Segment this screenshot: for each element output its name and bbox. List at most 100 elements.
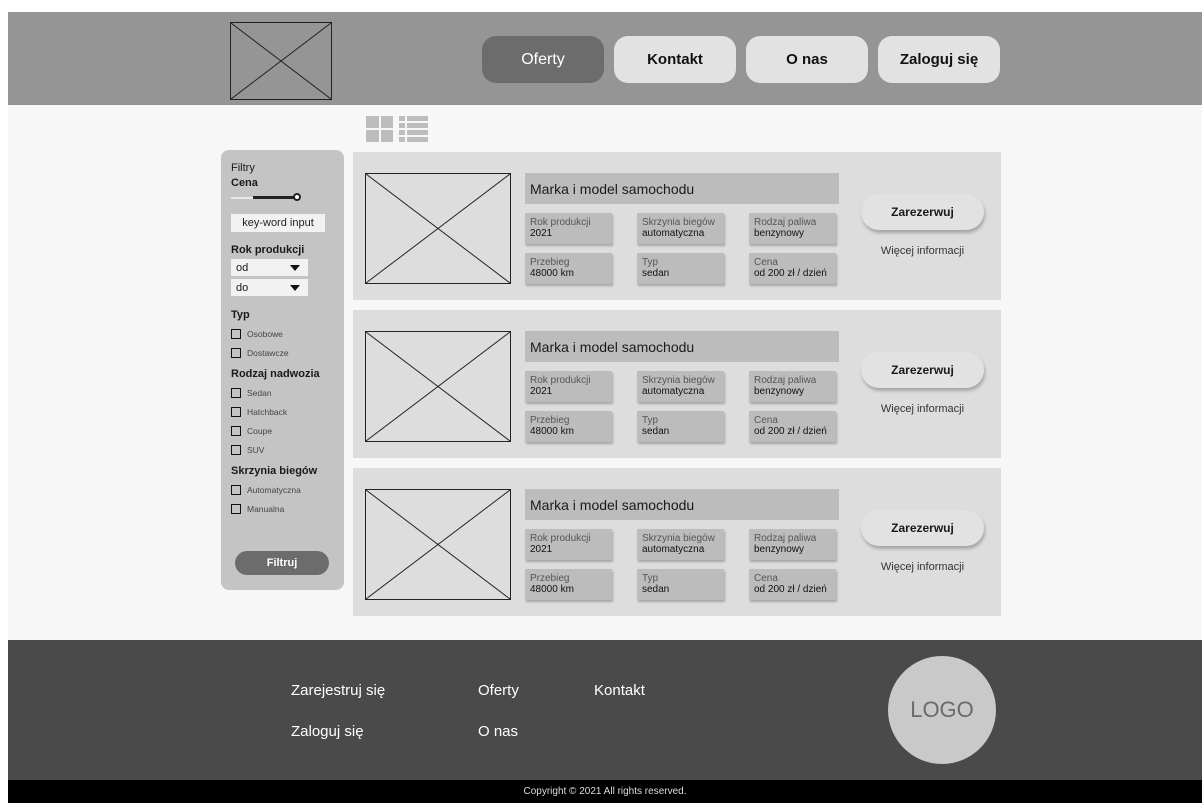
filters-sidebar: Filtry Cena Rok produkcji od do Typ Osob… bbox=[221, 150, 344, 590]
spec-label: Cena bbox=[754, 573, 778, 584]
more-info-link[interactable]: Więcej informacji bbox=[861, 561, 984, 573]
spec-value: od 200 zł / dzień bbox=[754, 426, 827, 437]
gearbox-heading: Skrzynia biegów bbox=[231, 465, 318, 477]
grid-view-icon[interactable] bbox=[366, 116, 393, 142]
checkbox-label: Coupe bbox=[247, 425, 273, 436]
checkbox-icon[interactable] bbox=[231, 406, 241, 417]
checkbox-icon[interactable] bbox=[231, 444, 241, 455]
chevron-down-icon bbox=[290, 284, 300, 291]
type-heading: Typ bbox=[231, 309, 250, 321]
spec-label: Rok produkcji bbox=[530, 217, 591, 228]
spec-value: od 200 zł / dzień bbox=[754, 584, 827, 595]
year-heading: Rok produkcji bbox=[231, 244, 305, 256]
footer: Zarejestruj się Oferty Kontakt Zaloguj s… bbox=[8, 640, 1202, 780]
car-image-placeholder[interactable] bbox=[365, 173, 511, 284]
more-info-link[interactable]: Więcej informacji bbox=[861, 245, 984, 257]
keyword-input[interactable] bbox=[231, 214, 325, 232]
body-checkbox-hatchback[interactable]: Hatchback bbox=[231, 402, 334, 421]
spec-value: automatyczna bbox=[642, 228, 705, 239]
spec-label: Cena bbox=[754, 415, 778, 426]
page: Oferty Kontakt O nas Zaloguj się Filtry … bbox=[8, 12, 1202, 803]
nav-oferty-button[interactable]: Oferty bbox=[482, 36, 604, 83]
filter-button[interactable]: Filtruj bbox=[235, 551, 329, 575]
spec-value: 48000 km bbox=[530, 584, 574, 595]
car-model-title: Marka i model samochodu bbox=[525, 331, 839, 362]
car-image-placeholder[interactable] bbox=[365, 489, 511, 600]
car-image-placeholder[interactable] bbox=[365, 331, 511, 442]
spec-type: Typ sedan bbox=[637, 411, 724, 442]
spec-mileage: Przebieg 48000 km bbox=[525, 569, 612, 600]
reserve-button[interactable]: Zarezerwuj bbox=[861, 194, 984, 230]
logo-placeholder[interactable] bbox=[230, 22, 332, 100]
checkbox-label: Hatchback bbox=[247, 406, 288, 417]
view-toggle bbox=[366, 116, 428, 142]
chevron-down-icon bbox=[290, 264, 300, 271]
footer-kontakt-link[interactable]: Kontakt bbox=[594, 682, 645, 699]
spec-value: sedan bbox=[642, 426, 670, 437]
spec-label: Przebieg bbox=[530, 415, 570, 426]
checkbox-label: Manualna bbox=[247, 503, 285, 514]
spec-gearbox: Skrzynia biegów automatyczna bbox=[637, 213, 724, 244]
reserve-button[interactable]: Zarezerwuj bbox=[861, 352, 984, 388]
body-checkbox-coupe[interactable]: Coupe bbox=[231, 421, 334, 440]
spec-label: Typ bbox=[642, 415, 659, 426]
type-checkbox-dostawcze[interactable]: Dostawcze bbox=[231, 343, 334, 362]
spec-value: 2021 bbox=[530, 544, 553, 555]
spec-label: Skrzynia biegów bbox=[642, 533, 715, 544]
slider-handle[interactable] bbox=[293, 193, 301, 201]
checkbox-icon[interactable] bbox=[231, 387, 241, 398]
footer-login-link[interactable]: Zaloguj się bbox=[291, 723, 364, 740]
spec-label: Skrzynia biegów bbox=[642, 217, 715, 228]
spec-value: 2021 bbox=[530, 386, 553, 397]
checkbox-label: Sedan bbox=[247, 387, 272, 398]
year-from-value: od bbox=[236, 261, 249, 274]
spec-label: Typ bbox=[642, 257, 659, 268]
price-heading: Cena bbox=[231, 177, 258, 189]
checkbox-icon[interactable] bbox=[231, 328, 241, 339]
gearbox-checkbox-automatic[interactable]: Automatyczna bbox=[231, 480, 334, 499]
body-checkbox-sedan[interactable]: Sedan bbox=[231, 383, 334, 402]
spec-price: Cena od 200 zł / dzień bbox=[749, 253, 836, 284]
filters-title: Filtry bbox=[231, 162, 255, 174]
type-checkbox-osobowe[interactable]: Osobowe bbox=[231, 324, 334, 343]
car-card: Marka i model samochodu Rok produkcji 202… bbox=[353, 468, 1001, 616]
gearbox-checkbox-manual[interactable]: Manualna bbox=[231, 499, 334, 518]
copyright-bar: Copyright © 2021 All rights reserved. bbox=[8, 780, 1202, 803]
spec-gearbox: Skrzynia biegów automatyczna bbox=[637, 529, 724, 560]
list-view-icon[interactable] bbox=[399, 116, 428, 142]
checkbox-icon[interactable] bbox=[231, 425, 241, 436]
top-navbar: Oferty Kontakt O nas Zaloguj się bbox=[8, 12, 1202, 105]
spec-label: Rodzaj paliwa bbox=[754, 217, 817, 228]
nav-o-nas-button[interactable]: O nas bbox=[746, 36, 868, 83]
spec-type: Typ sedan bbox=[637, 569, 724, 600]
spec-value: 48000 km bbox=[530, 426, 574, 437]
car-model-title: Marka i model samochodu bbox=[525, 173, 839, 204]
spec-value: benzynowy bbox=[754, 386, 805, 397]
spec-fuel: Rodzaj paliwa benzynowy bbox=[749, 529, 836, 560]
spec-label: Przebieg bbox=[530, 257, 570, 268]
checkbox-icon[interactable] bbox=[231, 503, 241, 514]
spec-label: Rodzaj paliwa bbox=[754, 375, 817, 386]
checkbox-icon[interactable] bbox=[231, 347, 241, 358]
car-card: Marka i model samochodu Rok produkcji 202… bbox=[353, 310, 1001, 458]
footer-o-nas-link[interactable]: O nas bbox=[478, 723, 518, 740]
spec-fuel: Rodzaj paliwa benzynowy bbox=[749, 371, 836, 402]
price-slider[interactable] bbox=[231, 192, 334, 204]
nav-login-button[interactable]: Zaloguj się bbox=[878, 36, 1000, 83]
more-info-link[interactable]: Więcej informacji bbox=[861, 403, 984, 415]
nav-kontakt-button[interactable]: Kontakt bbox=[614, 36, 736, 83]
reserve-button[interactable]: Zarezerwuj bbox=[861, 510, 984, 546]
footer-oferty-link[interactable]: Oferty bbox=[478, 682, 519, 699]
spec-type: Typ sedan bbox=[637, 253, 724, 284]
spec-value: 2021 bbox=[530, 228, 553, 239]
footer-register-link[interactable]: Zarejestruj się bbox=[291, 682, 385, 699]
spec-price: Cena od 200 zł / dzień bbox=[749, 411, 836, 442]
year-to-select[interactable]: do bbox=[231, 279, 308, 296]
checkbox-icon[interactable] bbox=[231, 484, 241, 495]
spec-year: Rok produkcji 2021 bbox=[525, 529, 612, 560]
body-checkbox-suv[interactable]: SUV bbox=[231, 440, 334, 459]
spec-label: Przebieg bbox=[530, 573, 570, 584]
checkbox-label: Automatyczna bbox=[247, 484, 301, 495]
spec-mileage: Przebieg 48000 km bbox=[525, 253, 612, 284]
year-from-select[interactable]: od bbox=[231, 259, 308, 276]
